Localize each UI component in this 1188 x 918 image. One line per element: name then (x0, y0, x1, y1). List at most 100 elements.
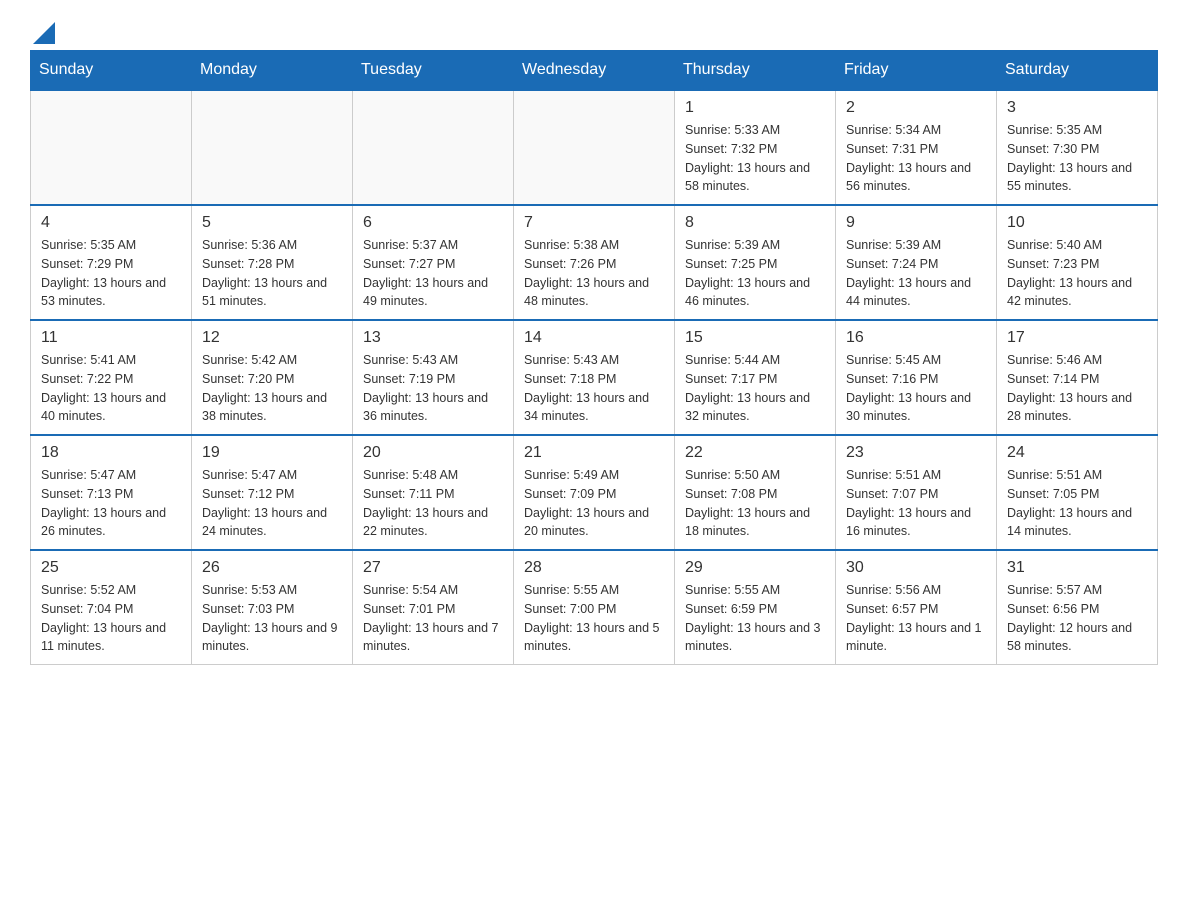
day-info: Sunrise: 5:44 AMSunset: 7:17 PMDaylight:… (685, 351, 825, 426)
calendar-week-2: 4 Sunrise: 5:35 AMSunset: 7:29 PMDaylight… (31, 205, 1158, 320)
calendar-cell: 18Sunrise: 5:47 AMSunset: 7:13 PMDayligh… (31, 435, 192, 550)
day-number: 21 (524, 444, 664, 462)
calendar-cell: 3Sunrise: 5:35 AMSunset: 7:30 PMDaylight… (997, 90, 1158, 205)
day-number: 30 (846, 559, 986, 577)
calendar-cell: 15 Sunrise: 5:44 AMSunset: 7:17 PMDayligh… (675, 320, 836, 435)
calendar-cell (31, 90, 192, 205)
day-number: 12 (202, 329, 342, 347)
logo-triangle-icon (33, 22, 55, 44)
day-info: Sunrise: 5:39 AMSunset: 7:25 PMDaylight:… (685, 236, 825, 311)
header-sunday: Sunday (31, 51, 192, 91)
calendar-cell: 9 Sunrise: 5:39 AMSunset: 7:24 PMDaylight… (836, 205, 997, 320)
day-number: 24 (1007, 444, 1147, 462)
day-info: Sunrise: 5:45 AMSunset: 7:16 PMDaylight:… (846, 351, 986, 426)
header-tuesday: Tuesday (353, 51, 514, 91)
calendar-cell: 29Sunrise: 5:55 AMSunset: 6:59 PMDayligh… (675, 550, 836, 665)
day-info: Sunrise: 5:41 AMSunset: 7:22 PMDaylight:… (41, 351, 181, 426)
calendar-cell: 25 Sunrise: 5:52 AMSunset: 7:04 PMDayligh… (31, 550, 192, 665)
day-info: Sunrise: 5:49 AMSunset: 7:09 PMDaylight:… (524, 466, 664, 541)
calendar-cell: 1Sunrise: 5:33 AMSunset: 7:32 PMDaylight… (675, 90, 836, 205)
calendar-cell: 27 Sunrise: 5:54 AMSunset: 7:01 PMDayligh… (353, 550, 514, 665)
calendar-cell: 19 Sunrise: 5:47 AMSunset: 7:12 PMDayligh… (192, 435, 353, 550)
day-info: Sunrise: 5:39 AMSunset: 7:24 PMDaylight:… (846, 236, 986, 311)
day-info: Sunrise: 5:53 AMSunset: 7:03 PMDaylight:… (202, 581, 342, 656)
header-friday: Friday (836, 51, 997, 91)
day-info: Sunrise: 5:43 AMSunset: 7:19 PMDaylight:… (363, 351, 503, 426)
calendar-cell: 10 Sunrise: 5:40 AMSunset: 7:23 PMDayligh… (997, 205, 1158, 320)
calendar-cell: 23 Sunrise: 5:51 AMSunset: 7:07 PMDayligh… (836, 435, 997, 550)
calendar-cell: 2Sunrise: 5:34 AMSunset: 7:31 PMDaylight… (836, 90, 997, 205)
day-number: 4 (41, 214, 181, 232)
day-number: 10 (1007, 214, 1147, 232)
day-info: Sunrise: 5:34 AMSunset: 7:31 PMDaylight:… (846, 121, 986, 196)
day-number: 31 (1007, 559, 1147, 577)
calendar-cell: 22Sunrise: 5:50 AMSunset: 7:08 PMDayligh… (675, 435, 836, 550)
calendar-cell: 21 Sunrise: 5:49 AMSunset: 7:09 PMDayligh… (514, 435, 675, 550)
day-info: Sunrise: 5:54 AMSunset: 7:01 PMDaylight:… (363, 581, 503, 656)
header-wednesday: Wednesday (514, 51, 675, 91)
day-number: 8 (685, 214, 825, 232)
day-info: Sunrise: 5:57 AMSunset: 6:56 PMDaylight:… (1007, 581, 1147, 656)
calendar-cell: 6Sunrise: 5:37 AMSunset: 7:27 PMDaylight… (353, 205, 514, 320)
calendar-week-3: 11 Sunrise: 5:41 AMSunset: 7:22 PMDayligh… (31, 320, 1158, 435)
day-info: Sunrise: 5:46 AMSunset: 7:14 PMDaylight:… (1007, 351, 1147, 426)
day-info: Sunrise: 5:55 AMSunset: 6:59 PMDaylight:… (685, 581, 825, 656)
day-number: 19 (202, 444, 342, 462)
day-number: 1 (685, 99, 825, 117)
day-info: Sunrise: 5:35 AMSunset: 7:29 PMDaylight:… (41, 236, 181, 311)
day-number: 17 (1007, 329, 1147, 347)
day-info: Sunrise: 5:42 AMSunset: 7:20 PMDaylight:… (202, 351, 342, 426)
day-number: 14 (524, 329, 664, 347)
day-number: 28 (524, 559, 664, 577)
day-number: 5 (202, 214, 342, 232)
day-info: Sunrise: 5:40 AMSunset: 7:23 PMDaylight:… (1007, 236, 1147, 311)
day-info: Sunrise: 5:51 AMSunset: 7:05 PMDaylight:… (1007, 466, 1147, 541)
day-info: Sunrise: 5:55 AMSunset: 7:00 PMDaylight:… (524, 581, 664, 656)
day-info: Sunrise: 5:43 AMSunset: 7:18 PMDaylight:… (524, 351, 664, 426)
calendar-cell: 28 Sunrise: 5:55 AMSunset: 7:00 PMDayligh… (514, 550, 675, 665)
page-header (30, 20, 1158, 40)
day-info: Sunrise: 5:51 AMSunset: 7:07 PMDaylight:… (846, 466, 986, 541)
calendar-cell: 17 Sunrise: 5:46 AMSunset: 7:14 PMDayligh… (997, 320, 1158, 435)
day-number: 22 (685, 444, 825, 462)
calendar-cell: 12 Sunrise: 5:42 AMSunset: 7:20 PMDayligh… (192, 320, 353, 435)
day-info: Sunrise: 5:47 AMSunset: 7:13 PMDaylight:… (41, 466, 181, 541)
day-info: Sunrise: 5:52 AMSunset: 7:04 PMDaylight:… (41, 581, 181, 656)
calendar-cell (353, 90, 514, 205)
day-number: 23 (846, 444, 986, 462)
calendar-cell: 7 Sunrise: 5:38 AMSunset: 7:26 PMDaylight… (514, 205, 675, 320)
logo (30, 20, 55, 40)
day-number: 7 (524, 214, 664, 232)
calendar-cell (514, 90, 675, 205)
calendar-cell: 4 Sunrise: 5:35 AMSunset: 7:29 PMDaylight… (31, 205, 192, 320)
day-number: 15 (685, 329, 825, 347)
header-monday: Monday (192, 51, 353, 91)
calendar-table: SundayMondayTuesdayWednesdayThursdayFrid… (30, 50, 1158, 665)
calendar-cell: 24 Sunrise: 5:51 AMSunset: 7:05 PMDayligh… (997, 435, 1158, 550)
calendar-cell: 26 Sunrise: 5:53 AMSunset: 7:03 PMDayligh… (192, 550, 353, 665)
day-number: 9 (846, 214, 986, 232)
day-number: 27 (363, 559, 503, 577)
calendar-header-row: SundayMondayTuesdayWednesdayThursdayFrid… (31, 51, 1158, 91)
calendar-week-1: 1Sunrise: 5:33 AMSunset: 7:32 PMDaylight… (31, 90, 1158, 205)
day-number: 20 (363, 444, 503, 462)
day-number: 3 (1007, 99, 1147, 117)
day-number: 25 (41, 559, 181, 577)
day-number: 11 (41, 329, 181, 347)
calendar-cell: 14 Sunrise: 5:43 AMSunset: 7:18 PMDayligh… (514, 320, 675, 435)
day-info: Sunrise: 5:38 AMSunset: 7:26 PMDaylight:… (524, 236, 664, 311)
day-info: Sunrise: 5:36 AMSunset: 7:28 PMDaylight:… (202, 236, 342, 311)
day-number: 13 (363, 329, 503, 347)
calendar-cell: 16Sunrise: 5:45 AMSunset: 7:16 PMDayligh… (836, 320, 997, 435)
header-thursday: Thursday (675, 51, 836, 91)
calendar-cell: 20 Sunrise: 5:48 AMSunset: 7:11 PMDayligh… (353, 435, 514, 550)
day-info: Sunrise: 5:56 AMSunset: 6:57 PMDaylight:… (846, 581, 986, 656)
calendar-week-5: 25 Sunrise: 5:52 AMSunset: 7:04 PMDayligh… (31, 550, 1158, 665)
calendar-cell: 31 Sunrise: 5:57 AMSunset: 6:56 PMDayligh… (997, 550, 1158, 665)
calendar-cell: 11 Sunrise: 5:41 AMSunset: 7:22 PMDayligh… (31, 320, 192, 435)
day-info: Sunrise: 5:48 AMSunset: 7:11 PMDaylight:… (363, 466, 503, 541)
day-info: Sunrise: 5:47 AMSunset: 7:12 PMDaylight:… (202, 466, 342, 541)
day-number: 26 (202, 559, 342, 577)
calendar-cell: 5 Sunrise: 5:36 AMSunset: 7:28 PMDaylight… (192, 205, 353, 320)
calendar-cell: 8 Sunrise: 5:39 AMSunset: 7:25 PMDaylight… (675, 205, 836, 320)
